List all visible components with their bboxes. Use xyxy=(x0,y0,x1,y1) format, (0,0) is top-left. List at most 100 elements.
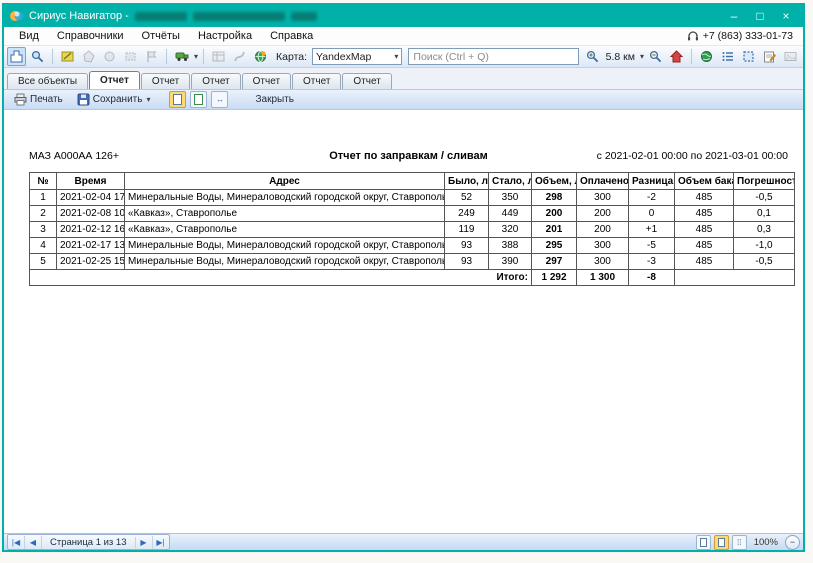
home-icon[interactable] xyxy=(667,47,686,66)
close-button[interactable]: × xyxy=(773,7,799,25)
table-row: 52021-02-25 15:01Минеральные Воды, Минер… xyxy=(30,254,795,270)
column-header-5: Объем, л xyxy=(532,173,577,190)
scale-dropdown-caret-icon[interactable]: ▾ xyxy=(640,52,644,61)
column-header-0: № xyxy=(30,173,57,190)
search-input[interactable] xyxy=(408,48,578,65)
continuous-view-button[interactable] xyxy=(714,535,729,550)
globe-tracks-icon[interactable] xyxy=(251,47,270,66)
table-view-icon[interactable] xyxy=(209,47,228,66)
globe-icon[interactable] xyxy=(697,47,716,66)
table-row: 22021-02-08 10:48«Кавказ», Ставрополье24… xyxy=(30,206,795,222)
report-title: Отчет по заправкам / сливам xyxy=(259,150,558,162)
map-select[interactable]: YandexMap ▾ xyxy=(312,48,402,65)
single-page-view-button[interactable] xyxy=(696,535,711,550)
vehicle-icon[interactable] xyxy=(172,47,191,66)
menu-item-1[interactable]: Справочники xyxy=(48,29,133,43)
pan-tool-icon[interactable] xyxy=(7,47,26,66)
print-button[interactable]: Печать xyxy=(9,91,68,108)
fuel-report-table: №ВремяАдресБыло, лСтало, лОбъем, лОплаче… xyxy=(29,172,795,286)
totals-empty xyxy=(675,270,795,286)
tab-4[interactable]: Отчет xyxy=(242,73,291,89)
table-row: 12021-02-04 17:39Минеральные Воды, Минер… xyxy=(30,190,795,206)
tab-2[interactable]: Отчет xyxy=(141,73,190,89)
app-logo-icon xyxy=(10,9,24,23)
menu-item-3[interactable]: Настройка xyxy=(189,29,261,43)
status-bar: |◀ ◀ Страница 1 из 13 ▶ ▶| ⁞⁞ 100% − xyxy=(4,533,803,550)
page-navigation: |◀ ◀ Страница 1 из 13 ▶ ▶| xyxy=(7,534,170,550)
save-dropdown-caret-icon[interactable]: ▾ xyxy=(146,95,150,104)
menu-item-4[interactable]: Справка xyxy=(261,29,322,43)
totals-row: Итого: 1 292 1 300 -8 xyxy=(30,270,795,286)
vehicle-name: МАЗ А000АА 126+ xyxy=(29,150,259,162)
rectangle-tool-icon[interactable] xyxy=(121,47,140,66)
table-row: 42021-02-17 13:53Минеральные Воды, Минер… xyxy=(30,238,795,254)
page-width-view-button[interactable] xyxy=(169,91,186,108)
minimize-button[interactable]: – xyxy=(721,7,747,25)
redacted-title-text xyxy=(291,12,317,21)
totals-paid: 1 300 xyxy=(577,270,629,286)
headset-icon xyxy=(687,30,699,42)
multi-page-view-button[interactable]: ⁞⁞ xyxy=(732,535,747,550)
tab-5[interactable]: Отчет xyxy=(292,73,341,89)
map-search-icon[interactable] xyxy=(28,47,47,66)
app-window: Сириус Навигатор - – □ × ВидСправочникиО… xyxy=(2,3,805,552)
menu-item-0[interactable]: Вид xyxy=(10,29,48,43)
vehicle-dropdown-caret-icon[interactable]: ▾ xyxy=(194,52,198,61)
zoom-out-button[interactable]: − xyxy=(785,535,800,550)
table-row: 32021-02-12 16:57«Кавказ», Ставрополье11… xyxy=(30,222,795,238)
page-indicator: Страница 1 из 13 xyxy=(42,537,136,548)
column-header-3: Было, л xyxy=(445,173,489,190)
circle-tool-icon[interactable] xyxy=(100,47,119,66)
column-header-9: Погрешность, % xyxy=(734,173,795,190)
window-title: Сириус Навигатор - xyxy=(29,10,129,22)
printer-icon xyxy=(14,93,27,106)
column-header-7: Разница, л xyxy=(629,173,675,190)
tab-1-active[interactable]: Отчет xyxy=(89,71,140,89)
close-report-button[interactable]: Закрыть xyxy=(250,92,299,107)
title-bar: Сириус Навигатор - – □ × xyxy=(4,5,803,27)
map-scale-value[interactable]: 5.8 км xyxy=(606,51,635,63)
image-icon[interactable] xyxy=(781,47,800,66)
column-header-2: Адрес xyxy=(125,173,445,190)
main-toolbar: ▾ Карта: YandexMap ▾ 5.8 км ▾ xyxy=(4,46,803,68)
select-area-icon[interactable] xyxy=(739,47,758,66)
tab-0[interactable]: Все объекты xyxy=(7,73,88,89)
two-page-view-button[interactable]: ↔ xyxy=(211,91,228,108)
list-icon[interactable] xyxy=(718,47,737,66)
report-period: с 2021-02-01 00:00 по 2021-03-01 00:00 xyxy=(558,150,788,162)
polygon-tool-icon[interactable] xyxy=(79,47,98,66)
tab-3[interactable]: Отчет xyxy=(191,73,240,89)
flag-tool-icon[interactable] xyxy=(142,47,161,66)
prev-page-button[interactable]: ◀ xyxy=(25,536,42,549)
menu-bar: ВидСправочникиОтчётыНастройкаСправка +7 … xyxy=(4,27,803,46)
column-header-8: Объем бака, л xyxy=(675,173,734,190)
redacted-title-text xyxy=(135,12,187,21)
report-toolbar: Печать Сохранить ▾ ↔ Закрыть xyxy=(4,90,803,110)
column-header-6: Оплачено, л xyxy=(577,173,629,190)
column-header-1: Время xyxy=(57,173,125,190)
last-page-button[interactable]: ▶| xyxy=(153,536,169,549)
maximize-button[interactable]: □ xyxy=(747,7,773,25)
whole-page-view-button[interactable] xyxy=(190,91,207,108)
totals-diff: -8 xyxy=(629,270,675,286)
table-header-row: №ВремяАдресБыло, лСтало, лОбъем, лОплаче… xyxy=(30,173,795,190)
redacted-title-text xyxy=(193,12,285,21)
edit-note-icon[interactable] xyxy=(760,47,779,66)
zoom-in-map-icon[interactable] xyxy=(583,47,602,66)
first-page-button[interactable]: |◀ xyxy=(8,536,25,549)
tab-bar: Все объектыОтчетОтчетОтчетОтчетОтчетОтче… xyxy=(4,68,803,90)
report-page: МАЗ А000АА 126+ Отчет по заправкам / сли… xyxy=(4,110,803,533)
column-header-4: Стало, л xyxy=(489,173,532,190)
edit-geozone-icon[interactable] xyxy=(58,47,77,66)
totals-volume: 1 292 xyxy=(532,270,577,286)
save-icon xyxy=(77,93,90,106)
map-dropdown-caret-icon: ▾ xyxy=(394,52,398,61)
next-page-button[interactable]: ▶ xyxy=(136,536,153,549)
tab-6[interactable]: Отчет xyxy=(342,73,391,89)
menu-item-2[interactable]: Отчёты xyxy=(133,29,189,43)
save-button[interactable]: Сохранить ▾ xyxy=(72,91,156,108)
support-phone: +7 (863) 333-01-73 xyxy=(687,30,797,42)
route-icon[interactable] xyxy=(230,47,249,66)
map-label: Карта: xyxy=(276,51,307,63)
zoom-out-map-icon[interactable] xyxy=(646,47,665,66)
